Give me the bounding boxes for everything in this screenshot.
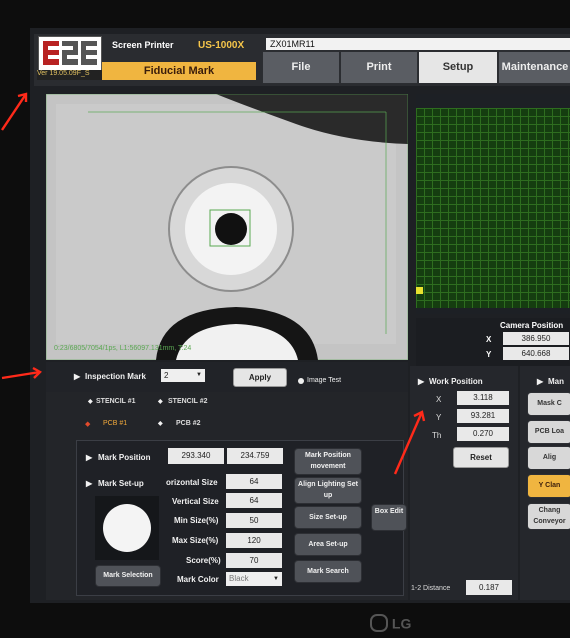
mark-selection-button[interactable]: Mark Selection [95, 565, 161, 587]
vertical-size-label: Vertical Size [172, 497, 219, 506]
max-size-label: Max Size(%) [172, 536, 219, 545]
brand-text: LG [391, 615, 412, 632]
tab-maintenance[interactable]: Maintenance [498, 51, 570, 84]
stencil1-option[interactable]: STENCIL #1 [96, 398, 136, 405]
mark-preview [95, 496, 159, 560]
mode-banner: Fiducial Mark [102, 62, 256, 80]
mark-position-x[interactable]: 293.340 [168, 448, 224, 464]
work-th-value[interactable]: 0.270 [457, 427, 509, 441]
align-button[interactable]: Alig [527, 446, 570, 470]
work-position-label: Work Position [429, 377, 483, 386]
pcb2-option[interactable]: PCB #2 [176, 420, 201, 427]
pcb2-icon: ◆ [158, 421, 163, 427]
pcb1-selected-icon: ◆ [85, 421, 91, 428]
y-clamp-button[interactable]: Y Clan [527, 474, 570, 498]
mark-search-button[interactable]: Mark Search [294, 560, 362, 583]
reset-button[interactable]: Reset [453, 447, 509, 468]
play-icon: ▶ [74, 372, 81, 381]
brand-logo: LG [370, 614, 412, 633]
horizontal-size-label: orizontal Size [166, 478, 218, 487]
chevron-down-icon: ▼ [196, 372, 202, 378]
work-position-arrow-icon: ▶ [418, 377, 425, 386]
mark-setup-label: Mark Set-up [98, 479, 144, 488]
align-lighting-setup-button[interactable]: Align Lighting Set up [294, 477, 362, 504]
distance-value: 0.187 [466, 580, 512, 595]
camera-position-title: Camera Position [500, 321, 564, 330]
inspection-mark-value: 2 [164, 371, 169, 380]
mark-position-label: Mark Position [98, 453, 151, 462]
apply-button[interactable]: Apply [233, 368, 287, 387]
inspection-mark-label: Inspection Mark [85, 372, 146, 381]
work-x-value[interactable]: 3.118 [457, 391, 509, 405]
manual-arrow-icon: ▶ [537, 377, 544, 386]
box-edit-button[interactable]: Box Edit [371, 504, 407, 531]
image-test-radio[interactable] [298, 378, 304, 384]
work-y-label: Y [436, 413, 442, 422]
min-size-label: Min Size(%) [174, 516, 219, 525]
mark-position-movement-button[interactable]: Mark Position movement [294, 448, 362, 475]
lg-circle-icon [370, 614, 388, 633]
area-setup-button[interactable]: Area Set-up [294, 533, 362, 556]
stencil2-option[interactable]: STENCIL #2 [168, 398, 208, 405]
manual-label: Man [548, 377, 564, 386]
app-title: Screen Printer [112, 40, 174, 50]
max-size-input[interactable]: 120 [226, 533, 282, 548]
mark-setup-arrow-icon: ▶ [86, 479, 93, 488]
stencil1-icon: ◆ [88, 399, 93, 405]
mark-color-label: Mark Color [177, 575, 219, 584]
job-name: ZX01MR11 [266, 38, 570, 50]
chevron-down-icon: ▼ [273, 576, 279, 582]
camera-info-text: 0:23/6805/7054/1ps, L1:56097.131mm, T:24 [54, 345, 192, 352]
pcb-load-button[interactable]: PCB Loa [527, 420, 570, 444]
machine-model: US-1000X [198, 40, 245, 51]
camera-y-label: Y [486, 350, 492, 359]
tab-file[interactable]: File [262, 51, 340, 84]
min-size-input[interactable]: 50 [226, 513, 282, 528]
mark-circle-shape [103, 504, 151, 552]
camera-view [46, 94, 408, 360]
mark-color-select[interactable]: Black ▼ [226, 572, 282, 586]
inspection-mark-select[interactable]: 2 ▼ [161, 369, 205, 382]
arrow-top-left [1, 92, 28, 131]
work-th-label: Th [432, 431, 442, 440]
score-input[interactable]: 70 [226, 553, 282, 568]
stencil2-icon: ◆ [158, 399, 163, 405]
tab-print[interactable]: Print [340, 51, 418, 84]
work-x-label: X [436, 395, 442, 404]
mask-button[interactable]: Mask C [527, 392, 570, 416]
change-conveyor-button[interactable]: Chang Conveyor [527, 503, 570, 530]
work-y-value[interactable]: 93.281 [457, 409, 509, 423]
mark-position-y[interactable]: 234.759 [227, 448, 283, 464]
size-setup-button[interactable]: Size Set-up [294, 506, 362, 529]
map-marker-icon [416, 287, 423, 294]
mark-position-arrow-icon: ▶ [86, 453, 93, 462]
camera-y-value: 640.668 [503, 347, 569, 360]
version-label: Ver 19.05.09F_S [37, 70, 103, 80]
camera-x-label: X [486, 335, 492, 344]
distance-label: 1-2 Distance [411, 585, 451, 592]
camera-x-value: 386.950 [503, 332, 569, 345]
vertical-size-input[interactable]: 64 [226, 493, 282, 508]
pcb1-option[interactable]: PCB #1 [103, 420, 127, 427]
position-map[interactable] [416, 108, 570, 308]
tab-setup[interactable]: Setup [418, 51, 498, 84]
horizontal-size-input[interactable]: 64 [226, 474, 282, 489]
image-test-label: Image Test [307, 377, 342, 384]
score-label: Score(%) [186, 556, 221, 565]
mark-color-value: Black [229, 574, 249, 583]
